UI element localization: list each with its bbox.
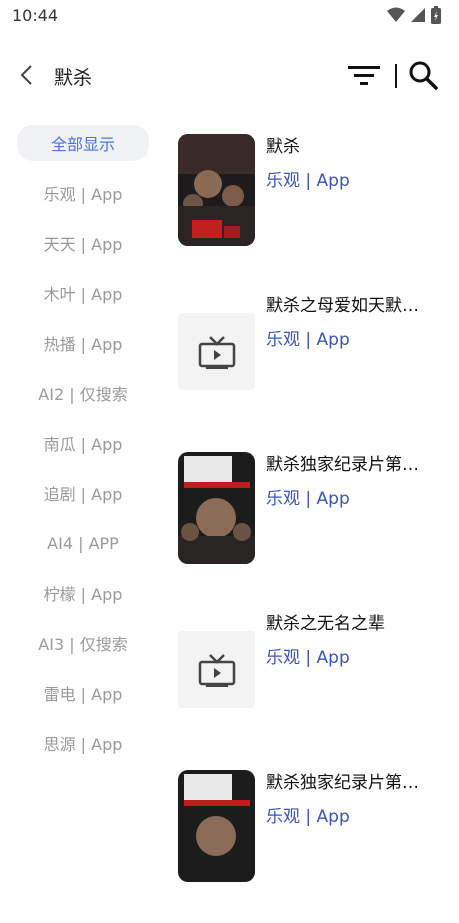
result-title: 默杀独家纪录片第… — [266, 455, 419, 475]
tv-icon — [198, 653, 235, 687]
sidebar-item-label: 热播 | App — [43, 335, 123, 354]
sidebar-item-tiantian[interactable]: 天天 | App — [0, 218, 166, 268]
result-title: 默杀独家纪录片第… — [266, 773, 419, 793]
sidebar-item-zhuiju[interactable]: 追剧 | App — [0, 468, 166, 518]
sidebar-item-label: AI3 | 仅搜索 — [38, 635, 128, 654]
tv-placeholder — [178, 631, 255, 708]
sidebar-item-siyuan[interactable]: 思源 | App — [0, 718, 166, 768]
result-source-link[interactable]: 乐观 | App — [266, 484, 350, 509]
poster-thumbnail — [178, 134, 255, 246]
status-bar: 10:44 — [0, 0, 459, 32]
result-card[interactable]: 默杀独家纪录片第… 乐观 | App — [178, 764, 459, 923]
page-title: 默杀 — [54, 67, 93, 89]
result-card[interactable]: 默杀之无名之辈 乐观 | App — [178, 605, 459, 764]
sidebar-item-ai2[interactable]: AI2 | 仅搜索 — [0, 368, 166, 418]
result-list: 默杀 乐观 | App 默杀之母爱如天默… 乐观 | App 默杀独家纪录片第…… — [178, 128, 459, 923]
sidebar-item-ai3[interactable]: AI3 | 仅搜索 — [0, 618, 166, 668]
result-card[interactable]: 默杀独家纪录片第… 乐观 | App — [178, 446, 459, 605]
sidebar-item-ai4[interactable]: AI4 | APP — [0, 518, 166, 568]
sidebar-item-label: 南瓜 | App — [43, 435, 123, 454]
search-icon[interactable] — [408, 60, 438, 90]
sidebar-item-muye[interactable]: 木叶 | App — [0, 268, 166, 318]
sidebar-item-label: AI4 | APP — [47, 533, 119, 553]
sidebar-item-label: 乐观 | App — [43, 185, 123, 204]
result-title: 默杀 — [266, 137, 300, 157]
status-icons — [387, 6, 441, 24]
sidebar-item-nangua[interactable]: 南瓜 | App — [0, 418, 166, 468]
sidebar-item-label: 木叶 | App — [43, 285, 123, 304]
sidebar-item-label: 思源 | App — [43, 735, 123, 754]
result-source-link[interactable]: 乐观 | App — [266, 166, 350, 191]
sidebar-item-label: 雷电 | App — [43, 685, 123, 704]
header-divider — [395, 64, 397, 88]
result-source-link[interactable]: 乐观 | App — [266, 802, 350, 827]
sidebar-item-rebo[interactable]: 热播 | App — [0, 318, 166, 368]
filter-icon[interactable] — [348, 64, 380, 88]
result-title: 默杀之无名之辈 — [266, 614, 385, 634]
sidebar-item-label: 全部显示 — [16, 125, 149, 161]
sidebar-item-ningmeng[interactable]: 柠檬 | App — [0, 568, 166, 618]
poster-thumbnail — [178, 452, 255, 564]
sidebar-item-leidian[interactable]: 雷电 | App — [0, 668, 166, 718]
tv-icon — [198, 335, 235, 369]
cell-signal-icon — [411, 8, 425, 22]
app-header: 默杀 — [0, 52, 459, 102]
result-card[interactable]: 默杀 乐观 | App — [178, 128, 459, 287]
result-source-link[interactable]: 乐观 | App — [266, 643, 350, 668]
sidebar-item-leguan[interactable]: 乐观 | App — [0, 168, 166, 218]
battery-icon — [431, 6, 441, 24]
result-source-link[interactable]: 乐观 | App — [266, 325, 350, 350]
back-arrow-icon[interactable] — [14, 62, 40, 88]
sidebar-item-label: 柠檬 | App — [43, 585, 123, 604]
status-time: 10:44 — [12, 6, 59, 25]
tv-placeholder — [178, 313, 255, 390]
poster-thumbnail — [178, 770, 255, 882]
sidebar-item-label: 追剧 | App — [43, 485, 123, 504]
wifi-icon — [387, 7, 405, 22]
sidebar-item-label: 天天 | App — [43, 235, 123, 254]
sidebar-item-all[interactable]: 全部显示 — [0, 118, 166, 168]
result-card[interactable]: 默杀之母爱如天默… 乐观 | App — [178, 287, 459, 446]
sidebar-item-label: AI2 | 仅搜索 — [38, 385, 128, 404]
source-sidebar: 全部显示 乐观 | App 天天 | App 木叶 | App 热播 | App… — [0, 118, 166, 768]
result-title: 默杀之母爱如天默… — [266, 296, 419, 316]
